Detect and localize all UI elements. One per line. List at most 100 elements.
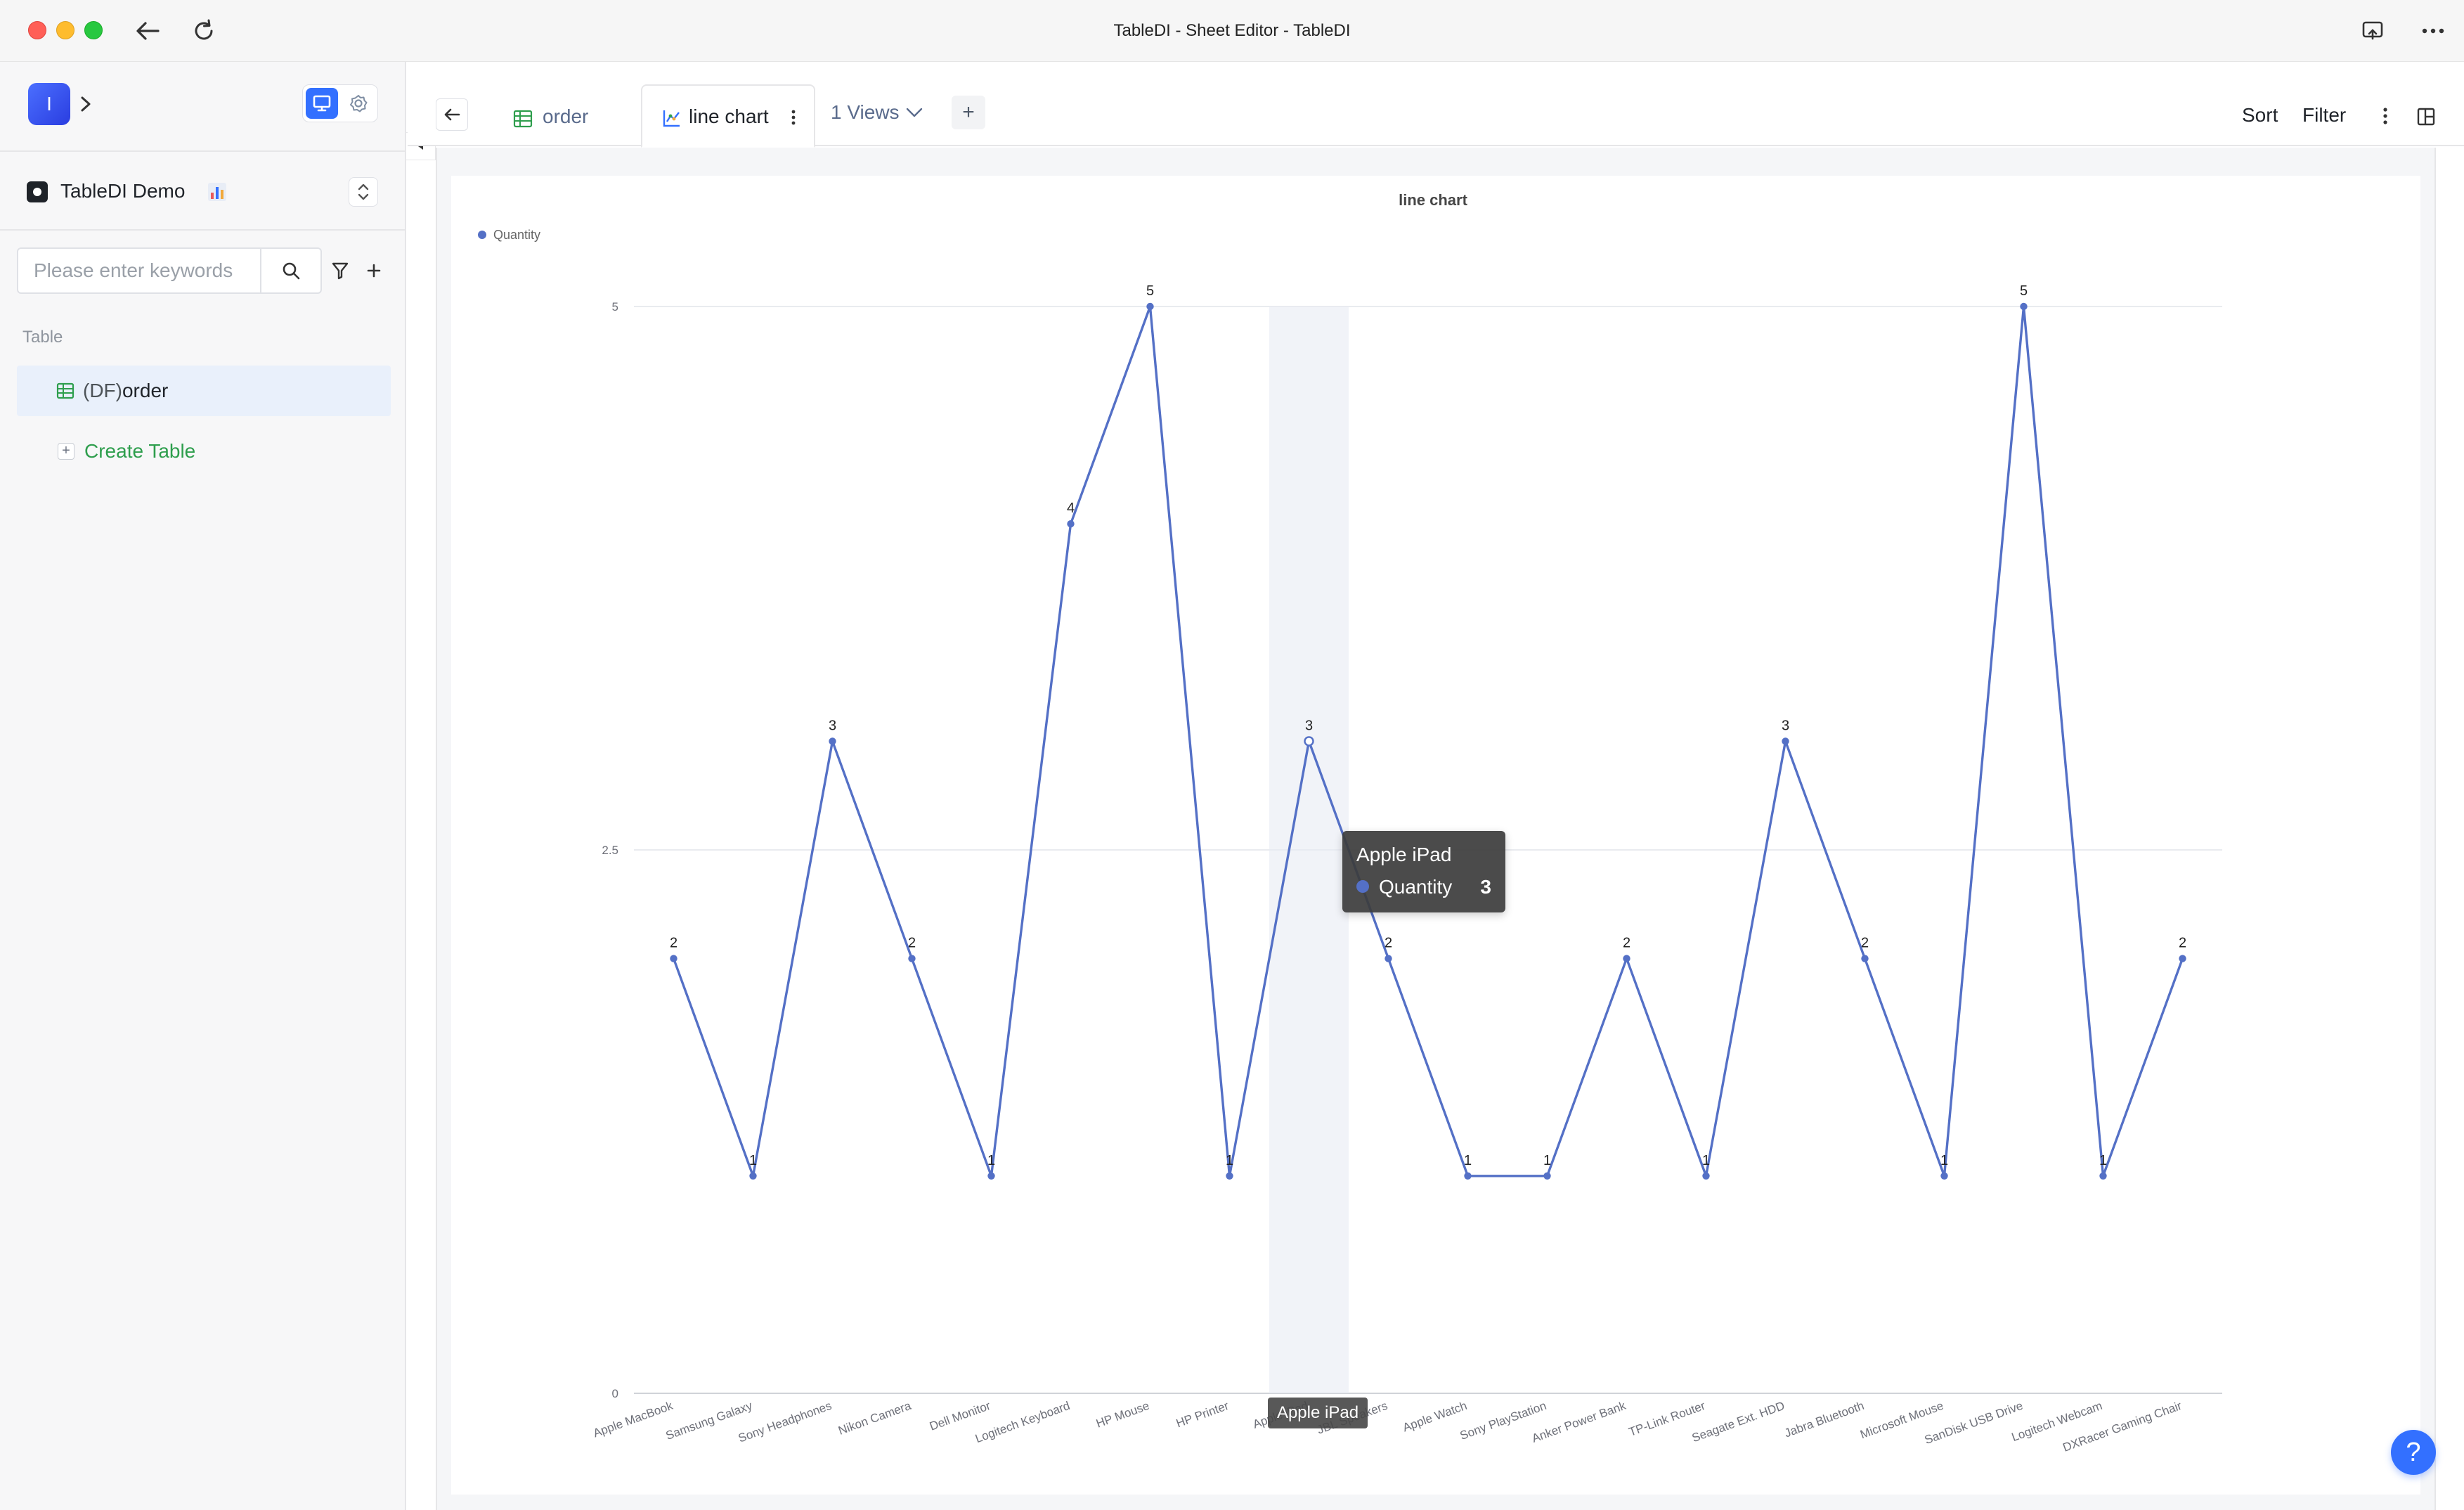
app-avatar[interactable]: I (28, 83, 70, 125)
chevron-down-icon (906, 108, 922, 117)
data-label: 5 (2020, 283, 2028, 299)
create-table-label: Create Table (84, 440, 196, 462)
data-point[interactable] (1067, 520, 1075, 528)
project-selector[interactable]: TableDI Demo (27, 172, 378, 211)
sort-button[interactable]: Sort (2242, 104, 2278, 127)
back-button[interactable] (436, 98, 468, 131)
chart-legend[interactable]: Quantity (478, 228, 540, 242)
bar-chart-icon (207, 181, 228, 202)
tooltip-title: Apple iPad (1356, 844, 1452, 865)
tab-line-chart[interactable]: line chart (641, 84, 815, 148)
data-point[interactable] (670, 955, 677, 962)
settings-gear-icon[interactable] (342, 88, 375, 119)
data-point[interactable] (1543, 1172, 1551, 1180)
data-label: 2 (1623, 936, 1630, 951)
data-point[interactable] (829, 737, 836, 745)
data-point[interactable] (1940, 1172, 1948, 1180)
tab-label: line chart (689, 105, 769, 127)
data-point[interactable] (1623, 955, 1630, 962)
chart-title: line chart (1399, 191, 1467, 209)
data-label: 3 (1782, 718, 1789, 733)
x-tick-label: Nikon Camera (836, 1399, 913, 1438)
create-table-button[interactable]: + Create Table (17, 426, 391, 477)
data-label: 2 (1861, 936, 1869, 951)
data-label: 2 (2179, 936, 2186, 951)
project-icon (27, 181, 48, 202)
tooltip-series-marker (1356, 880, 1369, 893)
data-label: 2 (670, 936, 677, 951)
tab-label: order (543, 105, 589, 127)
filter-button[interactable]: Filter (2302, 104, 2346, 127)
y-tick-label: 5 (612, 300, 618, 314)
data-point[interactable] (1385, 955, 1392, 962)
section-label: Table (22, 328, 63, 347)
data-label: 3 (829, 718, 836, 733)
vertical-dots-icon[interactable] (2377, 104, 2394, 128)
series-line (672, 305, 2184, 1177)
x-tick-label: Dell Monitor (928, 1399, 992, 1433)
data-point[interactable] (908, 955, 916, 962)
legend-label: Quantity (493, 228, 540, 242)
search-box (17, 247, 322, 294)
help-button[interactable]: ? (2391, 1430, 2436, 1475)
search-icon[interactable] (260, 249, 320, 292)
data-point[interactable] (2179, 955, 2186, 962)
view-mode-toggle (302, 84, 378, 122)
data-point[interactable] (2020, 302, 2028, 311)
data-label: 1 (2099, 1153, 2107, 1168)
data-point[interactable] (749, 1172, 757, 1180)
main-header: order line chart 1 Views + Sort Filter (408, 62, 2464, 148)
data-label: 2 (1385, 936, 1392, 951)
table-grid-icon (56, 382, 74, 399)
data-point[interactable] (987, 1172, 995, 1180)
up-down-chevron-icon[interactable] (349, 177, 378, 207)
table-grid-icon (513, 110, 533, 128)
desktop-view-button[interactable] (306, 88, 338, 119)
x-tick-label: Apple MacBook (591, 1399, 675, 1440)
sidebar: I TableDI Demo Table (0, 62, 406, 1510)
line-chart-icon (662, 108, 682, 128)
title-bar: TableDI - Sheet Editor - TableDI (0, 0, 2464, 62)
data-point[interactable] (1861, 955, 1869, 962)
data-point[interactable] (1226, 1172, 1233, 1180)
data-label: 1 (1226, 1153, 1233, 1168)
data-label: 4 (1067, 501, 1075, 516)
chevron-right-icon[interactable] (76, 91, 96, 117)
y-tick-label: 0 (612, 1387, 618, 1400)
axis-pointer-label: Apple iPad (1268, 1398, 1368, 1428)
vertical-dots-icon[interactable] (787, 105, 800, 129)
tooltip-value: 3 (1480, 876, 1491, 898)
x-tick-label: Jabra Bluetooth (1782, 1399, 1865, 1440)
sidebar-item-order[interactable]: (DF)order (17, 366, 391, 416)
chart-tooltip: Apple iPad Quantity 3 (1342, 831, 1505, 912)
data-point[interactable] (1702, 1172, 1710, 1180)
data-point[interactable] (1304, 736, 1314, 747)
views-label: 1 Views (831, 101, 900, 123)
add-icon[interactable] (360, 256, 388, 285)
legend-marker (478, 231, 486, 239)
more-menu-icon[interactable] (2416, 14, 2450, 48)
layout-panel-icon[interactable] (2412, 103, 2440, 131)
data-point[interactable] (2099, 1172, 2107, 1180)
tab-order[interactable]: order (492, 87, 625, 146)
data-label: 1 (1543, 1153, 1551, 1168)
table-name: order (122, 380, 169, 401)
data-point[interactable] (1782, 737, 1789, 745)
tooltip-series-name: Quantity (1379, 876, 1453, 898)
data-point[interactable] (1146, 302, 1154, 311)
data-label: 3 (1305, 718, 1313, 733)
views-dropdown[interactable]: 1 Views (831, 98, 923, 127)
filter-icon[interactable] (328, 256, 353, 285)
search-input[interactable] (18, 249, 260, 292)
data-label: 1 (749, 1153, 757, 1168)
data-point[interactable] (1464, 1172, 1472, 1180)
project-name: TableDI Demo (60, 180, 186, 202)
reload-icon[interactable] (187, 14, 221, 48)
back-arrow-icon[interactable] (131, 14, 164, 48)
data-label: 5 (1146, 283, 1154, 299)
add-view-button[interactable]: + (952, 96, 985, 129)
cast-icon[interactable] (2356, 14, 2390, 48)
data-label: 1 (1702, 1153, 1710, 1168)
x-tick-label: HP Mouse (1094, 1399, 1151, 1431)
plus-icon: + (58, 443, 74, 460)
